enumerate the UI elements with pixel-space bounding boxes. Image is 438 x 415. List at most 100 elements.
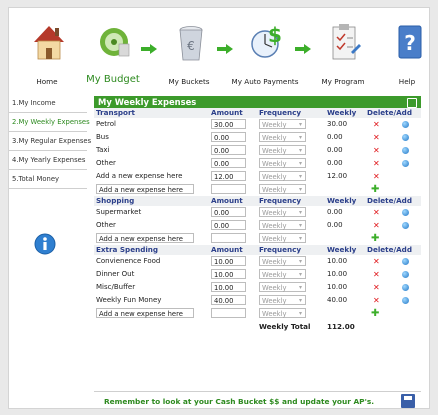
edit-icon[interactable] — [402, 147, 409, 154]
nav-label: My Auto Payments — [231, 77, 299, 86]
edit-icon[interactable] — [402, 271, 409, 278]
amount-input[interactable]: 0.00 — [211, 158, 246, 168]
chevron-down-icon: ▾ — [298, 310, 302, 317]
amount-input[interactable]: 0.00 — [211, 207, 246, 217]
add-icon[interactable]: ✚ — [371, 307, 379, 320]
amount-input[interactable]: 0.00 — [211, 132, 246, 142]
expense-label: Other — [96, 221, 116, 229]
frequency-value: Weekly — [262, 297, 287, 305]
frequency-select[interactable]: Weekly ▾ — [259, 171, 306, 181]
weekly-value: 0.00 — [327, 146, 343, 154]
new-expense-input[interactable]: Add a new expense here — [96, 184, 194, 194]
amount-input[interactable]: 30.00 — [211, 119, 246, 129]
sidebar-item-total-money[interactable]: 5.Total Money — [9, 170, 87, 189]
section-header: Shopping Amount Frequency Weekly Delete/Add — [94, 196, 421, 206]
delete-icon[interactable]: ✕ — [373, 294, 380, 307]
expense-label: Petrol — [96, 120, 116, 128]
sidebar: 1.My Income 2.My Weekly Expenses 3.My Re… — [9, 94, 91, 189]
edit-icon[interactable] — [402, 160, 409, 167]
delete-icon[interactable]: ✕ — [373, 255, 380, 268]
amount-input[interactable]: 10.00 — [211, 282, 246, 292]
chevron-down-icon: ▾ — [298, 271, 302, 278]
new-frequency-select[interactable]: Weekly ▾ — [259, 233, 306, 243]
nav-my-buckets[interactable]: € My Buckets — [159, 22, 219, 92]
column-header-delete-add: Delete/Add — [367, 196, 412, 205]
expense-row: Bus 0.00 Weekly ▾ 0.00 ✕ — [94, 131, 421, 144]
edit-icon[interactable] — [402, 222, 409, 229]
new-frequency-select[interactable]: Weekly ▾ — [259, 308, 306, 318]
frequency-select[interactable]: Weekly ▾ — [259, 282, 306, 292]
new-amount-input[interactable] — [211, 184, 246, 194]
amount-input[interactable]: 12.00 — [211, 171, 246, 181]
new-expense-input[interactable]: Add a new expense here — [96, 233, 194, 243]
delete-icon[interactable]: ✕ — [373, 170, 380, 183]
frequency-select[interactable]: Weekly ▾ — [259, 145, 306, 155]
edit-icon[interactable] — [402, 134, 409, 141]
amount-input[interactable]: 0.00 — [211, 145, 246, 155]
column-header-amount: Amount — [211, 196, 243, 205]
delete-icon[interactable]: ✕ — [373, 118, 380, 131]
nav-my-auto-payments[interactable]: $ My Auto Payments — [232, 22, 299, 92]
new-expense-row: Add a new expense here Weekly ▾ ✚ — [94, 307, 421, 320]
frequency-select[interactable]: Weekly ▾ — [259, 207, 306, 217]
add-icon[interactable]: ✚ — [371, 183, 379, 196]
expense-row: Add a new expense here 12.00 Weekly ▾ 12.00 ✕ — [94, 170, 421, 183]
sidebar-item-my-income[interactable]: 1.My Income — [9, 94, 87, 113]
info-icon[interactable] — [34, 233, 56, 255]
add-icon[interactable]: ✚ — [371, 232, 379, 245]
new-amount-input[interactable] — [211, 308, 246, 318]
frequency-select[interactable]: Weekly ▾ — [259, 295, 306, 305]
delete-icon[interactable]: ✕ — [373, 219, 380, 232]
svg-text:?: ? — [404, 31, 416, 55]
frequency-select[interactable]: Weekly ▾ — [259, 158, 306, 168]
frequency-select[interactable]: Weekly ▾ — [259, 132, 306, 142]
delete-icon[interactable]: ✕ — [373, 281, 380, 294]
section-name: Extra Spending — [96, 245, 159, 254]
new-expense-row: Add a new expense here Weekly ▾ ✚ — [94, 232, 421, 245]
edit-icon[interactable] — [402, 284, 409, 291]
nav-home[interactable]: Home — [17, 22, 77, 92]
nav-help[interactable]: ? Help — [377, 22, 437, 92]
edit-icon[interactable] — [402, 209, 409, 216]
amount-input[interactable]: 10.00 — [211, 256, 246, 266]
expense-row: Petrol 30.00 Weekly ▾ 30.00 ✕ — [94, 118, 421, 131]
frequency-select[interactable]: Weekly ▾ — [259, 256, 306, 266]
frequency-select[interactable]: Weekly ▾ — [259, 269, 306, 279]
edit-icon[interactable] — [402, 297, 409, 304]
expense-label: Convienence Food — [96, 257, 161, 265]
expense-label: Weekly Fun Money — [96, 296, 162, 304]
frequency-select[interactable]: Weekly ▾ — [259, 220, 306, 230]
delete-icon[interactable]: ✕ — [373, 157, 380, 170]
sidebar-item-my-regular-expenses[interactable]: 3.My Regular Expenses — [9, 132, 91, 151]
weekly-value: 0.00 — [327, 208, 343, 216]
expense-label: Taxi — [96, 146, 110, 154]
expense-label: Bus — [96, 133, 109, 141]
edit-icon[interactable] — [402, 258, 409, 265]
nav-label: My Buckets — [168, 77, 210, 86]
new-frequency-select[interactable]: Weekly ▾ — [259, 184, 306, 194]
chevron-down-icon: ▾ — [298, 297, 302, 304]
weekly-total-value: 112.00 — [327, 322, 355, 331]
chevron-down-icon: ▾ — [298, 186, 302, 193]
amount-input[interactable]: 0.00 — [211, 220, 246, 230]
expense-label: Add a new expense here — [96, 172, 183, 180]
collapse-icon[interactable] — [407, 98, 417, 108]
frequency-select[interactable]: Weekly ▾ — [259, 119, 306, 129]
delete-icon[interactable]: ✕ — [373, 144, 380, 157]
delete-icon[interactable]: ✕ — [373, 206, 380, 219]
column-header-frequency: Frequency — [259, 196, 302, 205]
weekly-value: 0.00 — [327, 133, 343, 141]
edit-icon[interactable] — [402, 121, 409, 128]
nav-my-program[interactable]: My Program — [313, 22, 373, 92]
amount-input[interactable]: 40.00 — [211, 295, 246, 305]
delete-icon[interactable]: ✕ — [373, 131, 380, 144]
sidebar-item-my-weekly-expenses[interactable]: 2.My Weekly Expenses — [9, 113, 90, 132]
save-icon[interactable] — [401, 394, 415, 408]
new-amount-input[interactable] — [211, 233, 246, 243]
new-expense-input[interactable]: Add a new expense here — [96, 308, 194, 318]
nav-my-budget[interactable]: My Budget — [83, 22, 143, 92]
delete-icon[interactable]: ✕ — [373, 268, 380, 281]
frequency-value: Weekly — [262, 271, 287, 279]
sidebar-item-my-yearly-expenses[interactable]: 4.My Yearly Expenses — [9, 151, 87, 170]
amount-input[interactable]: 10.00 — [211, 269, 246, 279]
